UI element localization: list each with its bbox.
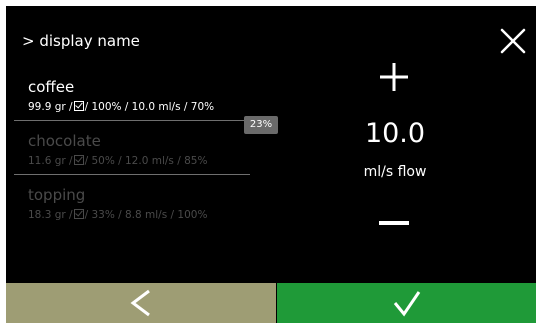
- item-detail: 99.9 gr / / 100% / 10.0 ml/s / 70%: [28, 101, 288, 114]
- close-button[interactable]: [498, 26, 528, 56]
- flow-value: 10.0: [364, 118, 426, 149]
- divider: [14, 120, 250, 121]
- item-settings: / 33% / 8.8 ml/s / 100%: [84, 209, 208, 221]
- item-settings: / 50% / 12.0 ml/s / 85%: [84, 155, 208, 167]
- checkbox-checked-icon: [73, 155, 84, 165]
- item-amount: 11.6 gr /: [28, 155, 73, 167]
- flow-unit-label: ml/s flow: [363, 164, 427, 180]
- decrease-button[interactable]: [377, 213, 411, 225]
- item-name: chocolate: [28, 132, 101, 150]
- screen: > display name coffee 99.9 gr / / 100% / …: [6, 6, 536, 323]
- checkmark-icon: [393, 291, 420, 317]
- divider: [14, 174, 250, 175]
- close-icon: [500, 28, 526, 54]
- checkbox-checked-icon: [73, 101, 84, 111]
- minus-icon: [379, 221, 409, 225]
- item-amount: 99.9 gr /: [28, 101, 73, 113]
- list-item-topping[interactable]: topping 18.3 gr / / 33% / 8.8 ml/s / 100%: [28, 186, 288, 222]
- confirm-button[interactable]: [277, 283, 536, 323]
- plus-icon: [380, 63, 408, 91]
- item-amount: 18.3 gr /: [28, 209, 73, 221]
- list-item-chocolate[interactable]: chocolate 11.6 gr / / 50% / 12.0 ml/s / 8…: [28, 132, 288, 168]
- list-item-coffee[interactable]: coffee 99.9 gr / / 100% / 10.0 ml/s / 70%: [28, 78, 288, 114]
- item-name: coffee: [28, 78, 75, 96]
- scroll-position-badge: 23%: [244, 116, 278, 134]
- increase-button[interactable]: [376, 59, 412, 95]
- item-name: topping: [28, 186, 86, 204]
- item-detail: 11.6 gr / / 50% / 12.0 ml/s / 85%: [28, 155, 288, 168]
- breadcrumb: > display name: [22, 32, 140, 50]
- back-button[interactable]: [6, 283, 276, 323]
- item-detail: 18.3 gr / / 33% / 8.8 ml/s / 100%: [28, 209, 288, 222]
- chevron-left-icon: [130, 289, 150, 317]
- checkbox-checked-icon: [73, 209, 84, 219]
- item-settings: / 100% / 10.0 ml/s / 70%: [84, 101, 215, 113]
